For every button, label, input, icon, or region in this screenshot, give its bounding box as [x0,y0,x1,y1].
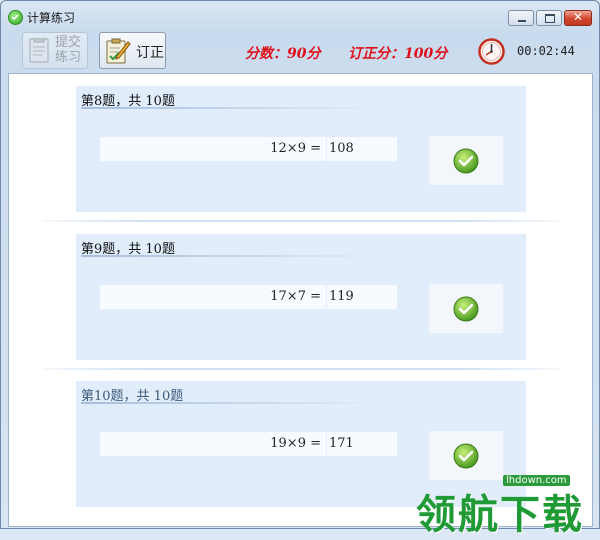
submit-practice-button[interactable]: 提交练习 [22,32,88,69]
header-underline [81,402,381,404]
answer-field[interactable]: 108 [327,137,397,161]
answer-field[interactable]: 119 [327,285,397,309]
result-indicator [429,431,503,480]
card-separator [43,368,559,370]
equation-box: 19×9 = [100,432,326,456]
answer-value: 171 [329,436,354,451]
answer-value: 119 [329,289,354,304]
check-icon [453,148,479,174]
paper-icon [29,38,49,63]
answer-field[interactable]: 171 [327,432,397,456]
submit-practice-label: 提交练习 [55,35,82,65]
equation-box: 12×9 = [100,137,326,161]
window-title: 计算练习 [27,11,76,25]
maximize-button[interactable] [536,10,562,26]
equation-text: 12×9 = [270,141,321,156]
title-bar[interactable]: 计算练习 ✕ [1,1,599,29]
check-icon [453,443,479,469]
clock-icon [478,38,505,65]
elapsed-timer: 00:02:44 [517,44,575,58]
correct-label: 订正 [136,45,164,61]
header-underline [81,107,381,109]
header-underline [81,255,381,257]
equation-text: 19×9 = [270,436,321,451]
minimize-button[interactable] [508,10,534,26]
questions-panel[interactable]: 第8题，共 10题 12×9 = 108 第9题，共 10题 17×7 = 11… [8,73,593,527]
question-card: 第8题，共 10题 12×9 = 108 [76,86,526,212]
equation-box: 17×7 = [100,285,326,309]
result-indicator [429,284,503,333]
result-indicator [429,136,503,185]
close-icon: ✕ [572,10,584,24]
app-logo-icon [8,10,23,25]
correct-button[interactable]: 订正 [99,32,166,69]
card-separator [43,220,559,222]
clipboard-pencil-icon [106,38,131,64]
answer-value: 108 [329,141,354,156]
equation-text: 17×7 = [270,289,321,304]
corrected-score-display: 订正分：100分 [348,46,448,62]
question-card: 第9题，共 10题 17×7 = 119 [76,234,526,360]
score-display: 分数：90分 [245,46,321,62]
close-button[interactable]: ✕ [564,10,592,26]
app-window: 计算练习 ✕ 提交练习 订正 分数：90分 订正分：100分 00:02:44 … [0,0,600,529]
toolbar: 提交练习 订正 分数：90分 订正分：100分 00:02:44 [1,29,599,74]
check-icon [453,296,479,322]
watermark-logo-text: 领航下载 [416,492,584,538]
